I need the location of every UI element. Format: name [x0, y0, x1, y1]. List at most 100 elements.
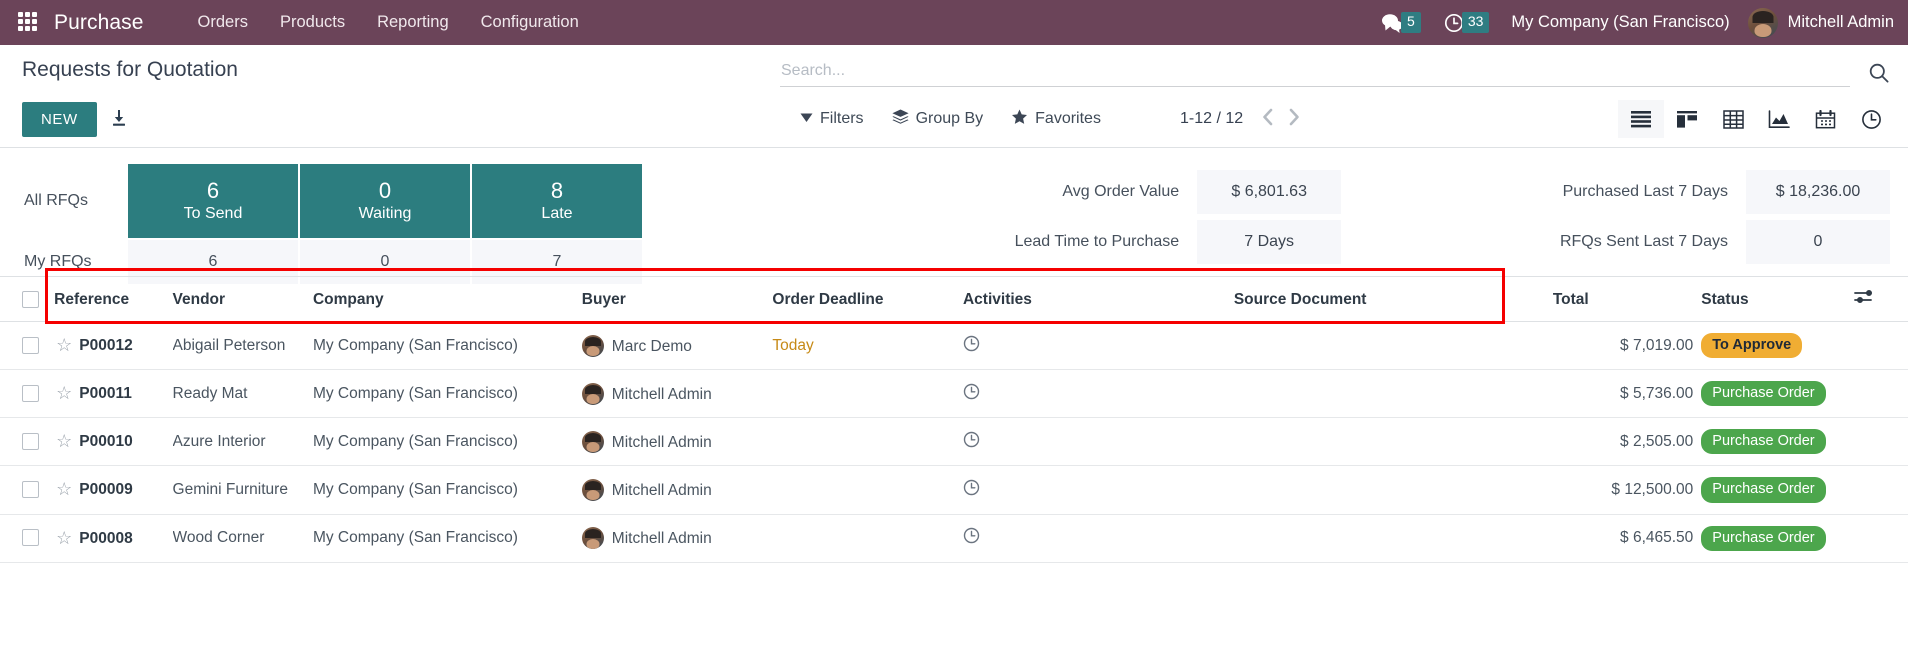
table-row[interactable]: ☆ P00011 Ready Mat My Company (San Franci…: [0, 369, 1908, 419]
row-vendor: Gemini Furniture: [172, 465, 313, 515]
row-activities-cell[interactable]: [962, 321, 1234, 371]
table-row[interactable]: ☆ P00012 Abigail Peterson My Company (San…: [0, 321, 1908, 371]
groupby-dropdown[interactable]: Group By: [878, 105, 998, 133]
column-header-activities[interactable]: Activities: [962, 277, 1234, 322]
tile-late-count: 8: [550, 177, 564, 203]
tile-waiting[interactable]: 0 Waiting: [300, 164, 470, 238]
row-company: My Company (San Francisco): [312, 369, 582, 419]
clock-icon[interactable]: [963, 431, 980, 452]
nav-menu-configuration[interactable]: Configuration: [465, 13, 595, 32]
nav-menu-orders[interactable]: Orders: [182, 13, 264, 32]
new-button[interactable]: NEW: [22, 101, 97, 137]
row-checkbox[interactable]: [22, 529, 39, 547]
row-checkbox[interactable]: [22, 481, 39, 499]
star-icon[interactable]: ☆: [56, 479, 72, 499]
table-row[interactable]: ☆ P00009 Gemini Furniture My Company (San…: [0, 465, 1908, 515]
kanban-icon[interactable]: [1664, 100, 1710, 138]
search-icon[interactable]: [1868, 62, 1890, 89]
kpi-metrics-table: Avg Order Value $ 6,801.63 Purchased Las…: [800, 164, 1894, 270]
list-icon[interactable]: [1618, 100, 1664, 138]
rfqs-sent-last-7-days-value[interactable]: 0: [1746, 220, 1890, 264]
star-icon[interactable]: ☆: [56, 335, 72, 355]
activities-menu[interactable]: 33: [1443, 12, 1490, 34]
row-activities-cell[interactable]: [962, 465, 1234, 515]
row-buyer-cell: Mitchell Admin: [581, 369, 773, 419]
filter-caret-icon: [800, 110, 813, 128]
row-reference-cell: ☆ P00010: [54, 417, 173, 467]
optional-columns-dropdown[interactable]: [1853, 277, 1908, 322]
row-total: $ 5,736.00: [1552, 369, 1702, 419]
status-badge: Purchase Order: [1701, 525, 1826, 551]
row-reference-cell: ☆ P00009: [54, 465, 173, 515]
avatar: [581, 430, 604, 453]
clock-icon[interactable]: [963, 527, 980, 548]
avg-order-value-value[interactable]: $ 6,801.63: [1197, 170, 1342, 214]
clock-icon[interactable]: [963, 383, 980, 404]
tile-to-send[interactable]: 6 To Send: [128, 164, 298, 238]
table-row[interactable]: ☆ P00010 Azure Interior My Company (San F…: [0, 417, 1908, 467]
star-icon[interactable]: ☆: [56, 383, 72, 403]
area-chart-icon[interactable]: [1756, 100, 1802, 138]
column-header-total[interactable]: Total: [1552, 277, 1702, 322]
purchased-last-7-days-value[interactable]: $ 18,236.00: [1746, 170, 1890, 214]
app-brand-purchase[interactable]: Purchase: [54, 11, 144, 35]
column-header-status[interactable]: Status: [1701, 277, 1854, 322]
messages-menu[interactable]: 5: [1380, 12, 1421, 34]
page-title: Requests for Quotation: [22, 58, 238, 81]
nav-menu-reporting[interactable]: Reporting: [361, 13, 465, 32]
download-icon[interactable]: [103, 102, 135, 137]
select-all-header: [0, 277, 55, 322]
activity-clock-icon[interactable]: [1848, 100, 1894, 138]
row-vendor: Azure Interior: [172, 417, 313, 467]
row-activities-cell[interactable]: [962, 514, 1234, 563]
chevron-right-icon[interactable]: [1282, 107, 1307, 131]
chevron-left-icon[interactable]: [1255, 107, 1280, 131]
row-vendor: Wood Corner: [172, 514, 313, 563]
user-menu[interactable]: Mitchell Admin: [1788, 13, 1894, 32]
clock-icon[interactable]: [963, 335, 980, 356]
row-checkbox[interactable]: [22, 336, 39, 354]
row-checkbox[interactable]: [22, 433, 39, 451]
row-checkbox[interactable]: [22, 385, 39, 403]
search-view[interactable]: [780, 59, 1850, 87]
column-header-order-deadline[interactable]: Order Deadline: [772, 277, 963, 322]
star-icon[interactable]: ☆: [56, 431, 72, 451]
apps-grid-icon[interactable]: [18, 11, 40, 34]
column-header-buyer[interactable]: Buyer: [581, 277, 773, 322]
search-input[interactable]: [780, 61, 1850, 84]
nav-menu-products[interactable]: Products: [264, 13, 361, 32]
favorites-dropdown[interactable]: Favorites: [997, 105, 1115, 134]
column-header-company[interactable]: Company: [312, 277, 582, 322]
row-select-cell: [0, 514, 55, 563]
column-header-vendor[interactable]: Vendor: [172, 277, 313, 322]
row-buyer: Mitchell Admin: [611, 481, 712, 499]
lead-time-to-purchase-value[interactable]: 7 Days: [1197, 220, 1342, 264]
avg-order-value-label: Avg Order Value: [1062, 183, 1180, 200]
row-buyer: Marc Demo: [611, 337, 692, 355]
avatar[interactable]: [1747, 7, 1778, 38]
rfq-table-body: ☆ P00012 Abigail Peterson My Company (San…: [0, 321, 1908, 563]
select-all-checkbox[interactable]: [22, 290, 39, 308]
column-header-reference[interactable]: Reference: [54, 277, 173, 322]
row-activities-cell[interactable]: [962, 417, 1234, 467]
purchased-last-7-days-label: Purchased Last 7 Days: [1562, 183, 1728, 200]
row-activities-cell[interactable]: [962, 369, 1234, 419]
filters-dropdown[interactable]: Filters: [786, 106, 878, 132]
calendar-icon[interactable]: [1802, 100, 1848, 138]
status-badge: Purchase Order: [1701, 429, 1826, 455]
star-icon[interactable]: ☆: [56, 528, 72, 548]
pager-value[interactable]: 1-12 / 12: [1180, 110, 1243, 128]
company-switcher[interactable]: My Company (San Francisco): [1511, 13, 1729, 32]
row-status-cell: Purchase Order: [1701, 369, 1854, 419]
pivot-table-icon[interactable]: [1710, 100, 1756, 138]
column-header-source-document[interactable]: Source Document: [1233, 277, 1553, 322]
control-panel-action-row: NEW Filters Group By Favorites 1-12 / 12: [0, 91, 1908, 147]
kpi-dashboard: All RFQs 6 To Send 0 Waiting 8 Late My R…: [0, 148, 1908, 284]
clock-icon[interactable]: [963, 479, 980, 500]
groupby-label: Group By: [915, 110, 984, 127]
row-spacer: [1853, 369, 1908, 419]
messages-count-badge: 5: [1401, 12, 1421, 33]
tile-late[interactable]: 8 Late: [472, 164, 642, 238]
table-row[interactable]: ☆ P00008 Wood Corner My Company (San Fran…: [0, 514, 1908, 563]
row-company: My Company (San Francisco): [312, 465, 582, 515]
